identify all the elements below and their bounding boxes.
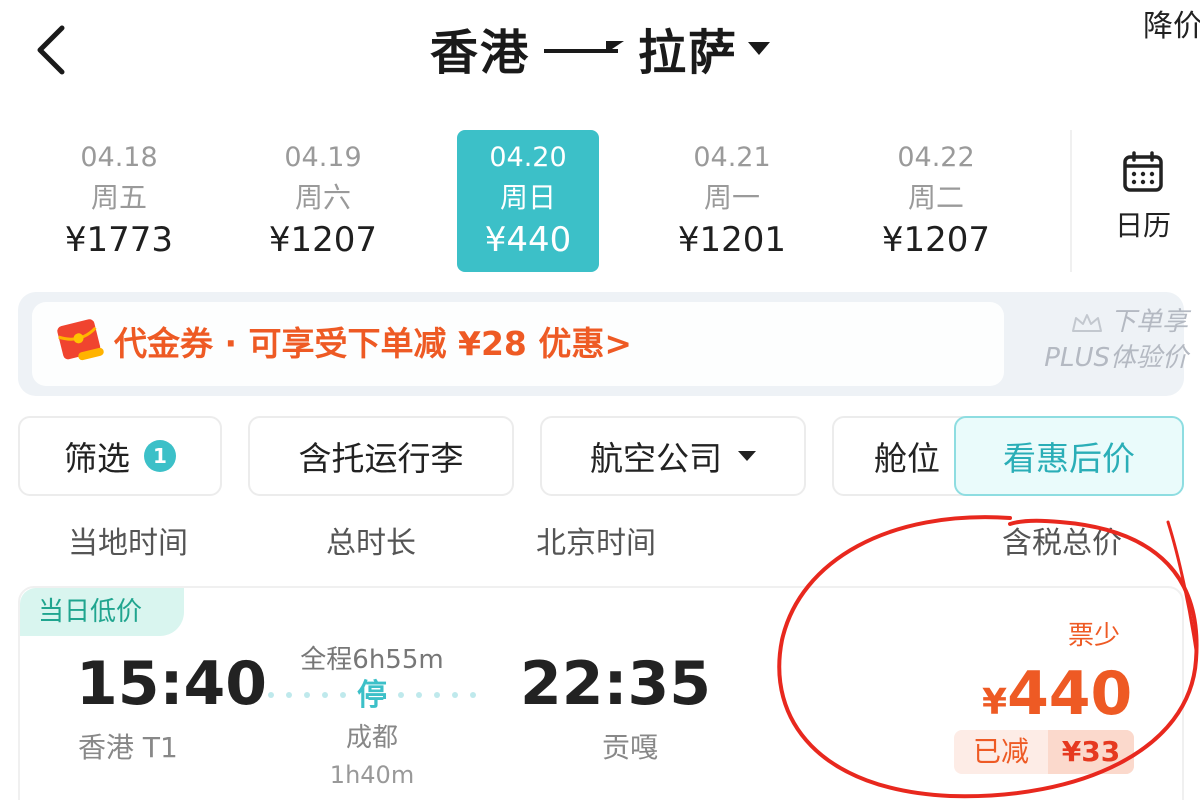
date-label: 04.18 [80, 142, 158, 173]
calendar-button[interactable]: 日历 [1098, 150, 1188, 244]
date-tab-0418[interactable]: 04.18 周五 ¥1773 [48, 130, 190, 272]
filter-count-badge: 1 [144, 440, 176, 472]
weekday-label: 周日 [499, 181, 556, 214]
coupon-title: 代金券 [114, 324, 213, 363]
weekday-label: 周六 [294, 181, 351, 214]
total-duration: 全程6h55m [300, 645, 444, 675]
caret-down-icon [738, 451, 756, 461]
route-dots-left [266, 692, 356, 698]
red-envelope-icon [57, 319, 104, 361]
plus-line1: 下单享 [1109, 307, 1188, 337]
coupon-offer: 可享受下单减 ¥28 优惠> [248, 324, 633, 363]
date-tab-0419[interactable]: 04.19 周六 ¥1207 [252, 130, 394, 272]
airline-filter-dropdown[interactable]: 航空公司 [540, 416, 806, 496]
origin-city: 香港 [430, 25, 531, 81]
discount-badge: 已减 ¥33 [954, 730, 1134, 774]
date-price: ¥1207 [268, 220, 378, 260]
weekday-label: 周一 [703, 181, 760, 214]
coupon-separator: · [213, 324, 249, 363]
discount-value: ¥33 [1048, 730, 1134, 774]
date-tab-0422[interactable]: 04.22 周二 ¥1207 [865, 130, 1007, 272]
few-tickets-label: 票少 [1068, 621, 1121, 651]
date-tab-0420-selected[interactable]: 04.20 周日 ¥440 [457, 130, 599, 272]
airline-label: 航空公司 [590, 439, 722, 478]
departure-time: 15:40 [76, 649, 267, 719]
promo-banner: 代金券 · 可享受下单减 ¥28 优惠> 下单享 PLUS体验价 [18, 292, 1188, 396]
cabin-label: 舱位 [874, 439, 940, 478]
date-label: 04.19 [284, 142, 362, 173]
lowest-price-tag: 当日低价 [20, 588, 184, 636]
calendar-label: 日历 [1114, 209, 1171, 242]
date-price: ¥1207 [881, 220, 991, 260]
date-label: 04.21 [693, 142, 771, 173]
date-price: ¥440 [484, 220, 572, 260]
route-title[interactable]: 香港 拉萨 [430, 16, 771, 81]
back-icon [37, 25, 65, 75]
stopover-city: 成都 [345, 723, 398, 753]
calendar-icon [1123, 151, 1163, 192]
flight-card[interactable]: 当日低价 15:40 香港 T1 全程6h55m 停 成都 1h40m 22:3… [18, 586, 1184, 800]
route-arrow-icon [544, 38, 625, 58]
date-selector: 04.18 周五 ¥1773 04.19 周六 ¥1207 04.20 周日 ¥… [0, 120, 1200, 280]
route-dots-right [396, 692, 486, 698]
discount-price-toggle[interactable]: 看惠后价 [954, 416, 1184, 496]
column-local-time[interactable]: 当地时间 [68, 522, 188, 566]
back-button[interactable] [30, 22, 74, 78]
destination-city: 拉萨 [638, 25, 739, 81]
divider [1070, 130, 1072, 272]
discount-label: 已减 [972, 735, 1029, 768]
stopover-label: 停 [357, 678, 387, 713]
column-duration[interactable]: 总时长 [326, 522, 416, 566]
caret-down-icon [748, 41, 771, 55]
departure-airport: 香港 T1 [78, 731, 178, 764]
arrival-airport: 贡嘎 [602, 731, 659, 764]
baggage-filter-chip[interactable]: 含托运行李 [248, 416, 514, 496]
price-alert-button[interactable]: 降价提醒 [1143, 6, 1200, 48]
column-beijing-time[interactable]: 北京时间 [536, 522, 656, 566]
currency-symbol: ¥ [982, 682, 1008, 723]
crown-icon [1071, 313, 1102, 332]
column-total-price[interactable]: 含税总价 [1002, 522, 1122, 566]
plus-price-info[interactable]: 下单享 PLUS体验价 [1018, 304, 1188, 376]
date-price: ¥1773 [64, 220, 174, 260]
top-header: 香港 拉萨 降价提醒 [0, 0, 1200, 110]
date-label: 04.20 [489, 142, 567, 173]
stopover-duration: 1h40m [329, 761, 415, 789]
filter-label: 筛选 [64, 439, 130, 478]
weekday-label: 周二 [907, 181, 964, 214]
date-tab-0421[interactable]: 04.21 周一 ¥1201 [661, 130, 803, 272]
coupon-banner[interactable]: 代金券 · 可享受下单减 ¥28 优惠> [32, 302, 1004, 386]
date-label: 04.22 [897, 142, 975, 173]
weekday-label: 周五 [90, 181, 147, 214]
filter-bar: 筛选 1 含托运行李 航空公司 舱位 看惠后价 [0, 410, 1200, 502]
coupon-text: 代金券 · 可享受下单减 ¥28 优惠> [114, 322, 632, 366]
price-value: 440 [1007, 659, 1133, 729]
filter-button[interactable]: 筛选 1 [18, 416, 222, 496]
arrival-time: 22:35 [520, 649, 711, 719]
date-price: ¥1201 [677, 220, 787, 260]
plus-line2: PLUS体验价 [1044, 343, 1188, 373]
